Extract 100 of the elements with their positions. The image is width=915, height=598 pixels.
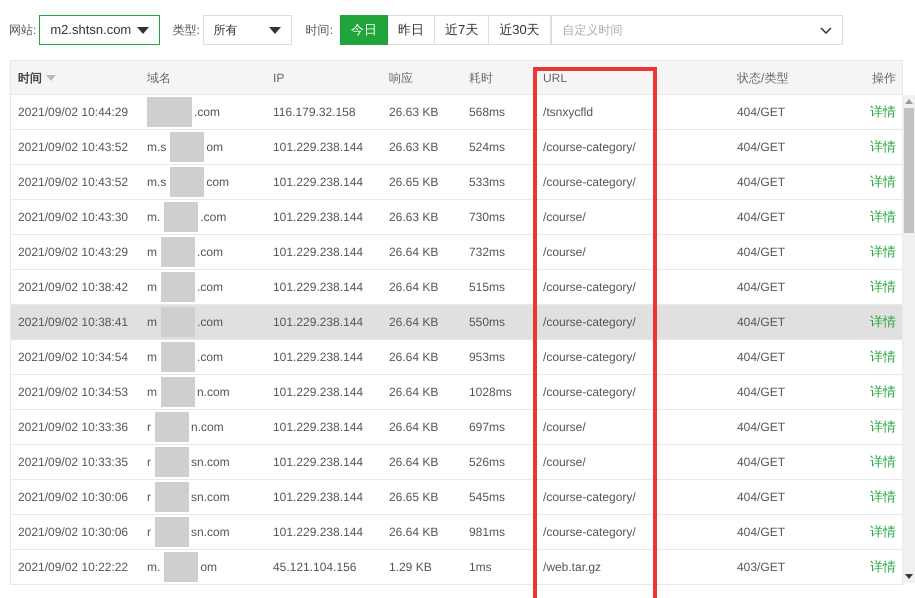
details-link[interactable]: 详情 bbox=[870, 452, 896, 472]
table-cell-text: 2021/09/02 10:43:52 bbox=[18, 174, 128, 191]
table-cell-text: 404/GET bbox=[737, 314, 786, 331]
table-cell-text: 404/GET bbox=[737, 244, 786, 261]
table-cell-text: 2021/09/02 10:43:29 bbox=[18, 244, 128, 261]
table-cell-text: 404/GET bbox=[737, 384, 786, 401]
table-cell-text: 2021/09/02 10:43:30 bbox=[18, 209, 128, 226]
redaction-block bbox=[164, 202, 198, 232]
column-header[interactable]: 响应 bbox=[389, 68, 413, 86]
table-cell-text: /course-category/ bbox=[543, 524, 636, 541]
table-cell-text: 26.64 KB bbox=[389, 314, 438, 331]
table-cell-text: /course-category/ bbox=[543, 174, 636, 191]
table-cell-text: 26.64 KB bbox=[389, 349, 438, 366]
table-cell-text: .com bbox=[197, 244, 224, 261]
scrollbar-thumb[interactable] bbox=[904, 108, 914, 233]
table-cell-text: n.com bbox=[197, 384, 230, 401]
table-cell-text: 404/GET bbox=[737, 209, 786, 226]
column-header[interactable]: URL bbox=[543, 68, 568, 86]
table-cell-text: 2021/09/02 10:43:52 bbox=[18, 139, 128, 156]
table-cell-text: 2021/09/02 10:44:29 bbox=[18, 104, 128, 121]
details-link[interactable]: 详情 bbox=[870, 347, 896, 367]
table-cell-text: 953ms bbox=[469, 349, 506, 366]
table-cell-text: 981ms bbox=[469, 524, 506, 541]
table-row[interactable]: 2021/09/02 10:34:54 m .com 101.229.238.144 26.64 KB 953ms /course-category/ 404/GET 详情 bbox=[10, 340, 903, 375]
scroll-down-icon[interactable] bbox=[905, 574, 913, 579]
table-cell-text: com bbox=[206, 174, 230, 191]
sort-icon[interactable] bbox=[46, 74, 56, 80]
redaction-block bbox=[155, 482, 189, 512]
table-cell-text: m. bbox=[147, 209, 160, 226]
table-cell-text: /course/ bbox=[543, 419, 586, 436]
column-header[interactable]: 操作 bbox=[872, 68, 896, 86]
details-link[interactable]: 详情 bbox=[870, 277, 896, 297]
column-header[interactable]: IP bbox=[273, 68, 284, 86]
column-header[interactable]: 耗时 bbox=[469, 68, 493, 86]
table-cell-text: 2021/09/02 10:33:35 bbox=[18, 454, 128, 471]
table-cell-text: 26.64 KB bbox=[389, 244, 438, 261]
table-row[interactable]: 2021/09/02 10:30:06 r sn.com 101.229.238.144 26.65 KB 545ms /course-category/ 404/GET 详情 bbox=[10, 480, 903, 515]
time-range-tab[interactable]: 近30天 bbox=[489, 15, 551, 45]
table-cell-text: 101.229.238.144 bbox=[273, 349, 364, 366]
details-link[interactable]: 详情 bbox=[870, 487, 896, 507]
table-row[interactable]: 2021/09/02 10:33:35 r sn.com 101.229.238.144 26.64 KB 526ms /course/ 404/GET 详情 bbox=[10, 445, 903, 480]
table-cell-text: 26.64 KB bbox=[389, 384, 438, 401]
redaction-block bbox=[161, 237, 195, 267]
time-range-tab[interactable]: 昨日 bbox=[388, 15, 436, 45]
redaction-block bbox=[161, 342, 195, 372]
details-link[interactable]: 详情 bbox=[870, 417, 896, 437]
table-row[interactable]: 2021/09/02 10:43:29 m .com 101.229.238.144 26.64 KB 732ms /course/ 404/GET 详情 bbox=[10, 235, 903, 270]
caret-icon bbox=[137, 26, 150, 34]
table-cell-text: 732ms bbox=[469, 244, 506, 261]
table-row[interactable]: 2021/09/02 10:43:52 m.s com 101.229.238.144 26.65 KB 533ms /course-category/ 404/GET 详情 bbox=[10, 165, 903, 200]
type-dropdown[interactable]: 所有 bbox=[202, 15, 292, 45]
column-header[interactable]: 时间 bbox=[18, 68, 42, 86]
scrollbar[interactable] bbox=[903, 95, 915, 583]
site-dropdown[interactable]: m2.shtsn.com bbox=[39, 15, 160, 45]
table-cell-text: m bbox=[147, 384, 157, 401]
details-link[interactable]: 详情 bbox=[870, 172, 896, 192]
time-range-tab[interactable]: 今日 bbox=[340, 15, 388, 45]
table-cell-text: 101.229.238.144 bbox=[273, 314, 364, 331]
table-cell-text: .com bbox=[197, 279, 224, 296]
table-cell-text: 2021/09/02 10:33:36 bbox=[18, 419, 128, 436]
table-row[interactable]: 2021/09/02 10:38:42 m .com 101.229.238.144 26.64 KB 515ms /course-category/ 404/GET 详情 bbox=[10, 270, 903, 305]
table-row[interactable]: 2021/09/02 10:22:22 m. om 45.121.104.156 1.29 KB 1ms /web.tar.gz 403/GET 详情 bbox=[10, 550, 903, 585]
column-header[interactable]: 状态/类型 bbox=[737, 68, 788, 86]
details-link[interactable]: 详情 bbox=[870, 242, 896, 262]
table-cell-text: /tsnxycfld bbox=[543, 104, 594, 121]
details-link[interactable]: 详情 bbox=[870, 137, 896, 157]
column-header[interactable]: 域名 bbox=[147, 68, 171, 86]
table-cell-text: /course-category/ bbox=[543, 314, 636, 331]
table-row[interactable]: 2021/09/02 10:34:53 m n.com 101.229.238.144 26.64 KB 1028ms /course-category/ 404/GET 详情 bbox=[10, 375, 903, 410]
table-row[interactable]: 2021/09/02 10:44:29 .com 116.179.32.158 26.63 KB 568ms /tsnxycfld 404/GET 详情 bbox=[10, 95, 903, 130]
scroll-up-icon[interactable] bbox=[905, 99, 913, 104]
details-link[interactable]: 详情 bbox=[870, 382, 896, 402]
table-cell-text: 568ms bbox=[469, 104, 506, 121]
table-cell-text: 404/GET bbox=[737, 524, 786, 541]
table-row[interactable]: 2021/09/02 10:33:36 r n.com 101.229.238.144 26.64 KB 697ms /course/ 404/GET 详情 bbox=[10, 410, 903, 445]
table-row[interactable]: 2021/09/02 10:43:30 m. .com 101.229.238.144 26.63 KB 730ms /course/ 404/GET 详情 bbox=[10, 200, 903, 235]
table-cell-text: 26.63 KB bbox=[389, 104, 438, 121]
table-cell-text: 26.65 KB bbox=[389, 489, 438, 506]
details-link[interactable]: 详情 bbox=[870, 557, 896, 577]
table-cell-text: 26.64 KB bbox=[389, 454, 438, 471]
redaction-block bbox=[155, 517, 189, 547]
details-link[interactable]: 详情 bbox=[870, 207, 896, 227]
table-cell-text: 26.64 KB bbox=[389, 419, 438, 436]
details-link[interactable]: 详情 bbox=[870, 102, 896, 122]
table-cell-text: 26.63 KB bbox=[389, 209, 438, 226]
table-cell-text: 101.229.238.144 bbox=[273, 524, 364, 541]
table-cell-text: 404/GET bbox=[737, 279, 786, 296]
table-cell-text: 45.121.104.156 bbox=[273, 559, 356, 576]
table-row[interactable]: 2021/09/02 10:30:06 r sn.com 101.229.238.144 26.64 KB 981ms /course-category/ 404/GET 详情 bbox=[10, 515, 903, 550]
table-row[interactable]: 2021/09/02 10:38:41 m .com 101.229.238.144 26.64 KB 550ms /course-category/ 404/GET 详情 bbox=[10, 305, 903, 340]
table-row[interactable]: 2021/09/02 10:43:52 m.s om 101.229.238.144 26.63 KB 524ms /course-category/ 404/GET 详情 bbox=[10, 130, 903, 165]
table-cell-text: 404/GET bbox=[737, 489, 786, 506]
table-cell-text: /course-category/ bbox=[543, 384, 636, 401]
table-cell-text: m bbox=[147, 244, 157, 261]
table-cell-text: 101.229.238.144 bbox=[273, 454, 364, 471]
table-cell-text: n.com bbox=[191, 419, 224, 436]
time-range-tab[interactable]: 近7天 bbox=[435, 15, 490, 45]
table-cell-text: /course-category/ bbox=[543, 489, 636, 506]
details-link[interactable]: 详情 bbox=[870, 522, 896, 542]
table-cell-text: /course-category/ bbox=[543, 139, 636, 156]
